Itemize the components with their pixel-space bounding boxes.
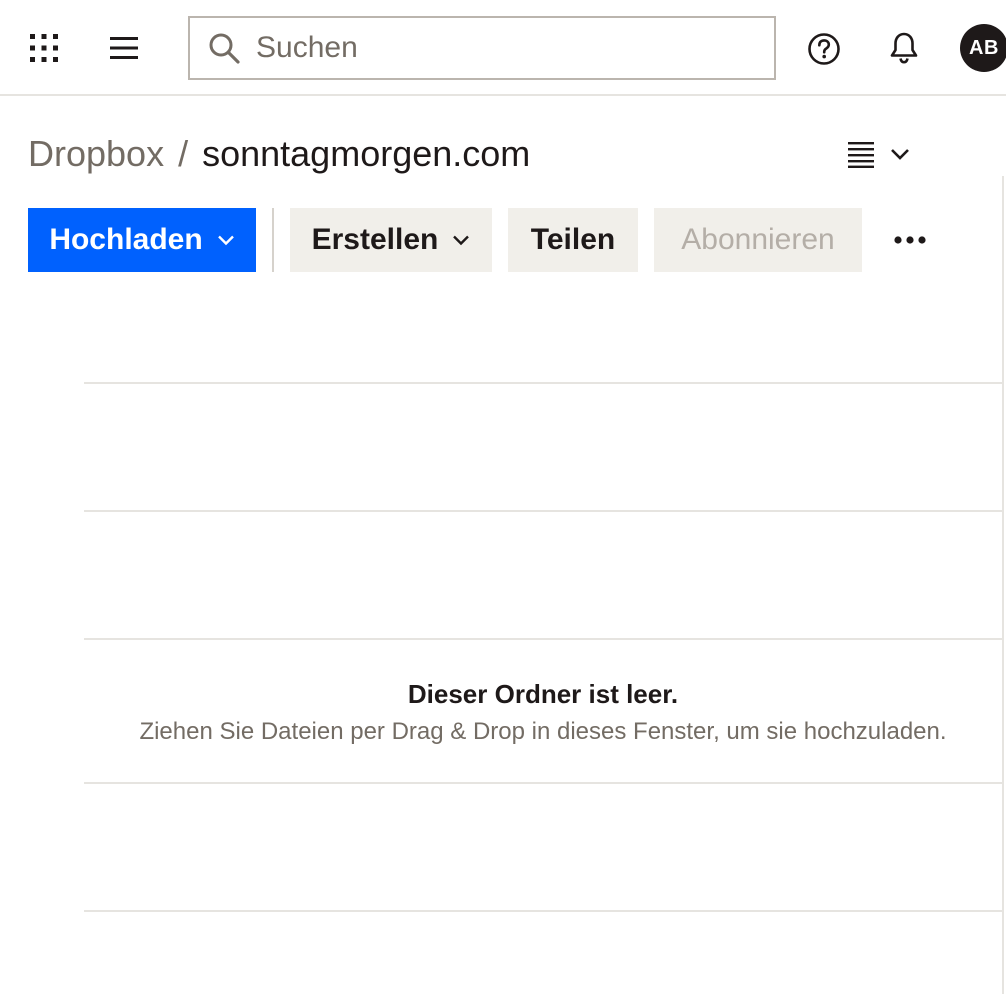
- breadcrumb-separator: /: [178, 133, 189, 174]
- content-right-border: [1002, 176, 1004, 994]
- subscribe-button-label: Abonnieren: [681, 223, 835, 256]
- create-button-label: Erstellen: [311, 223, 439, 256]
- chevron-down-icon: [890, 147, 910, 161]
- top-bar: AB: [0, 0, 1006, 96]
- chevron-down-icon: [217, 234, 235, 246]
- file-list-row-divider: [84, 782, 1002, 784]
- file-list-row-divider: [84, 510, 1002, 512]
- chevron-down-icon: [452, 234, 470, 246]
- avatar[interactable]: AB: [960, 24, 1006, 72]
- file-list-row-divider: [84, 382, 1002, 384]
- search-icon: [206, 30, 242, 66]
- bell-icon[interactable]: [884, 28, 924, 68]
- help-icon[interactable]: [803, 28, 845, 70]
- create-button[interactable]: Erstellen: [290, 208, 492, 272]
- subscribe-button[interactable]: Abonnieren: [654, 208, 862, 272]
- breadcrumb: Dropbox / sonntagmorgen.com: [28, 132, 530, 176]
- file-list-row-divider: [84, 910, 1002, 912]
- empty-folder-message: Dieser Ordner ist leer. Ziehen Sie Datei…: [84, 676, 1002, 750]
- list-view-icon: [846, 140, 876, 168]
- empty-state-subtitle: Ziehen Sie Dateien per Drag & Drop in di…: [139, 718, 947, 745]
- search-input[interactable]: [256, 31, 736, 65]
- upload-button[interactable]: Hochladen: [28, 208, 256, 272]
- toolbar-divider: [272, 208, 274, 272]
- search-box[interactable]: [188, 16, 776, 80]
- hamburger-menu-icon[interactable]: [104, 28, 144, 68]
- apps-grid-icon[interactable]: [24, 28, 64, 68]
- file-list-row-divider: [84, 638, 1002, 640]
- empty-state-title: Dieser Ordner ist leer.: [407, 679, 679, 709]
- breadcrumb-root-link[interactable]: Dropbox: [28, 133, 164, 174]
- avatar-initials: AB: [969, 36, 999, 59]
- share-button[interactable]: Teilen: [508, 208, 638, 272]
- share-button-label: Teilen: [530, 223, 616, 256]
- upload-button-label: Hochladen: [49, 223, 203, 256]
- view-toggle-button[interactable]: [846, 134, 922, 174]
- more-horizontal-icon[interactable]: [886, 220, 934, 260]
- breadcrumb-current-folder: sonntagmorgen.com: [202, 133, 531, 174]
